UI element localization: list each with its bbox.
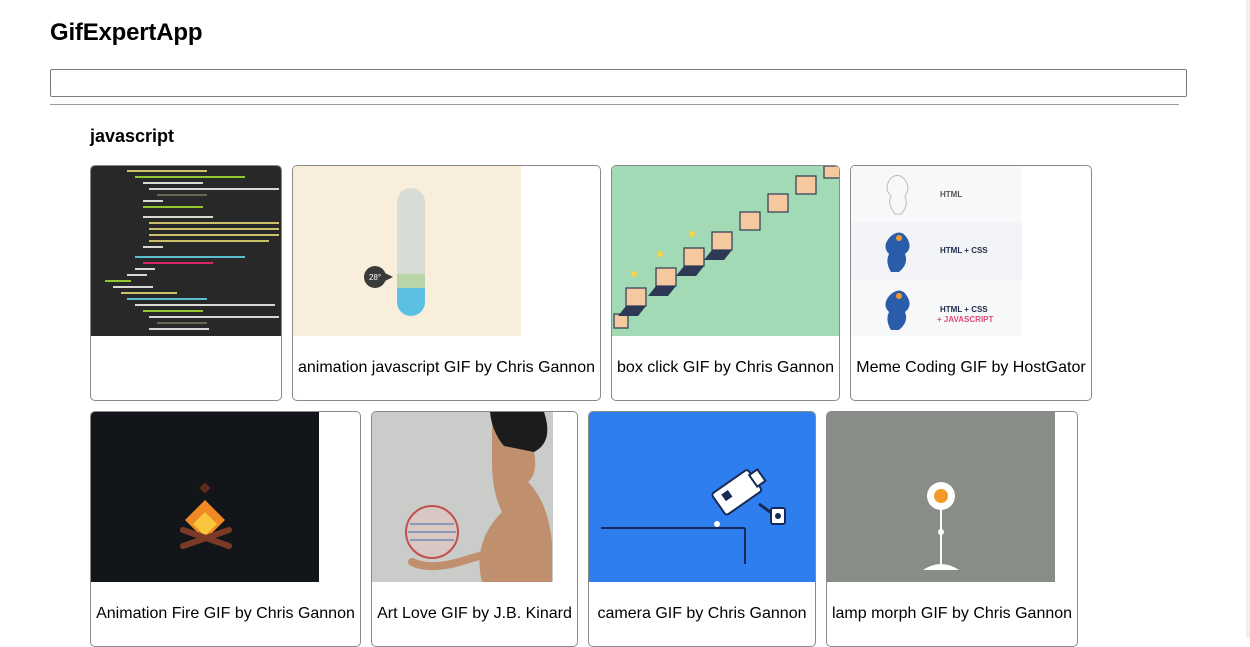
gif-image [827, 412, 1055, 582]
category-title: javascript [90, 126, 175, 146]
gif-image: HTML HTML + CSS HTML + CSS + JAVASCRIPT [851, 166, 1022, 336]
divider [50, 104, 1179, 105]
gif-image [612, 166, 839, 336]
gif-card[interactable]: 28° animation javascript GIF by Chris Ga… [292, 165, 601, 401]
gif-image [589, 412, 815, 582]
gif-title: Meme Coding GIF by HostGator [856, 359, 1086, 376]
gif-card[interactable]: lamp morph GIF by Chris Gannon [826, 411, 1078, 647]
search-input[interactable] [50, 69, 1187, 97]
gif-image: 28° [293, 166, 521, 336]
gif-card[interactable]: camera GIF by Chris Gannon [588, 411, 816, 647]
gif-title: animation javascript GIF by Chris Gannon [297, 359, 595, 376]
thermometer-reading: 28° [369, 273, 381, 282]
gif-image [91, 166, 281, 336]
gif-image [91, 412, 319, 582]
meme-step-3b: + JAVASCRIPT [937, 315, 993, 324]
gif-title: lamp morph GIF by Chris Gannon [831, 605, 1073, 622]
app-title: GifExpertApp [50, 19, 203, 46]
gif-card[interactable]: HTML HTML + CSS HTML + CSS + JAVASCRIPT … [850, 165, 1092, 401]
gif-title: Animation Fire GIF by Chris Gannon [96, 605, 355, 622]
meme-step-3a: HTML + CSS [940, 305, 988, 314]
gif-card[interactable]: box click GIF by Chris Gannon [611, 165, 840, 401]
meme-step-2: HTML + CSS [940, 246, 988, 255]
gif-title [91, 336, 281, 400]
gif-title: Art Love GIF by J.B. Kinard [377, 605, 572, 622]
meme-step-1: HTML [940, 190, 962, 199]
gif-image [372, 412, 553, 582]
gif-card[interactable]: Art Love GIF by J.B. Kinard [371, 411, 578, 647]
gif-title: camera GIF by Chris Gannon [597, 605, 807, 622]
window-edge [1246, 0, 1250, 638]
gif-title: box click GIF by Chris Gannon [617, 359, 834, 376]
gif-card[interactable]: Animation Fire GIF by Chris Gannon [90, 411, 361, 647]
gif-card[interactable] [90, 165, 282, 401]
